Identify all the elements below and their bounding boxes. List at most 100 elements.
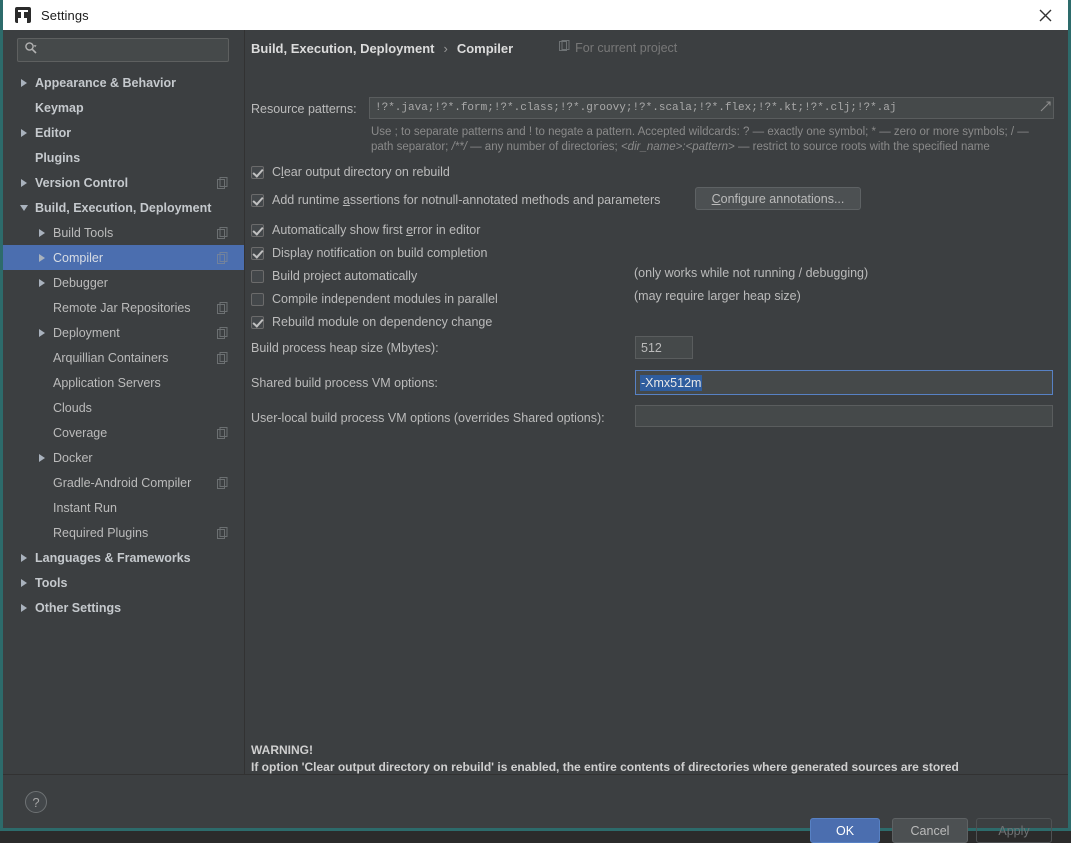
sidebar-item-label: Gradle-Android Compiler (53, 475, 192, 490)
chevron-right-icon[interactable] (17, 70, 31, 95)
sidebar-item-version-control[interactable]: Version Control (3, 170, 244, 195)
checkbox-input[interactable] (251, 315, 264, 329)
checkbox-label: Build project automatically (272, 269, 418, 283)
breadcrumb-parent[interactable]: Build, Execution, Deployment (251, 41, 434, 56)
sidebar-item-clouds[interactable]: Clouds (3, 395, 244, 420)
sidebar-item-appearance-behavior[interactable]: Appearance & Behavior (3, 70, 244, 95)
chevron-right-icon[interactable] (35, 245, 49, 270)
project-scope-icon (217, 301, 228, 314)
project-scope-icon (217, 526, 228, 539)
checkbox-row-automatically-show-first-error-in-editor[interactable]: Automatically show first error in editor (251, 220, 480, 240)
sidebar-item-build-execution-deployment[interactable]: Build, Execution, Deployment (3, 195, 244, 220)
chevron-right-icon[interactable] (35, 220, 49, 245)
sidebar-item-label: Required Plugins (53, 525, 149, 540)
close-icon[interactable] (1022, 0, 1068, 30)
sidebar-item-editor[interactable]: Editor (3, 120, 244, 145)
sidebar-item-gradle-android-compiler[interactable]: Gradle-Android Compiler (3, 470, 244, 495)
title-bar: Settings (3, 0, 1068, 30)
sidebar-item-label: Debugger (53, 275, 108, 290)
sidebar-item-label: Appearance & Behavior (35, 75, 177, 90)
sidebar-item-tools[interactable]: Tools (3, 570, 244, 595)
resource-patterns-value: !?*.java;!?*.form;!?*.class;!?*.groovy;!… (375, 102, 897, 114)
chevron-right-icon[interactable] (17, 545, 31, 570)
search-box[interactable] (17, 38, 229, 62)
expand-icon[interactable] (1039, 98, 1053, 118)
project-scope-icon (217, 326, 228, 339)
resource-patterns-hint: Use ; to separate patterns and ! to nega… (371, 125, 1071, 155)
warning-title: WARNING! (251, 743, 313, 757)
project-scope-icon (217, 476, 228, 489)
checkbox-label: Display notification on build completion (272, 246, 488, 260)
sidebar-item-languages-frameworks[interactable]: Languages & Frameworks (3, 545, 244, 570)
sidebar-item-label: Other Settings (35, 600, 122, 615)
project-scope-icon (559, 39, 570, 57)
checkbox-label: Automatically show first error in editor (272, 223, 481, 237)
checkbox-label: Rebuild module on dependency change (272, 315, 493, 329)
heap-size-value: 512 (641, 340, 662, 355)
checkbox-input[interactable] (251, 246, 264, 260)
checkbox-input[interactable] (251, 269, 264, 283)
sidebar-item-docker[interactable]: Docker (3, 445, 244, 470)
sidebar-item-remote-jar-repositories[interactable]: Remote Jar Repositories (3, 295, 244, 320)
intellij-idea-icon (15, 7, 31, 23)
checkbox-label: Compile independent modules in parallel (272, 292, 498, 306)
breadcrumb-current: Compiler (456, 40, 514, 56)
checkbox-label: Clear output directory on rebuild (272, 165, 450, 179)
settings-sidebar: Appearance & Behavior Keymap Editor Plugins… (3, 30, 245, 774)
sidebar-item-application-servers[interactable]: Application Servers (3, 370, 244, 395)
configure-annotations-button[interactable]: Configure annotations... (695, 187, 861, 210)
sidebar-item-required-plugins[interactable]: Required Plugins (3, 520, 244, 545)
window-title: Settings (41, 7, 89, 23)
help-button[interactable]: ? (25, 791, 47, 813)
chevron-right-icon[interactable] (17, 120, 31, 145)
checkbox-label: Add runtime assertions for notnull-annot… (272, 193, 661, 207)
option-note: (only works while not running / debuggin… (634, 266, 869, 280)
chevron-right-icon[interactable] (35, 445, 49, 470)
checkbox-input[interactable] (251, 292, 264, 306)
user-vm-options-input[interactable] (635, 405, 1053, 427)
shared-vm-options-label: Shared build process VM options: (251, 376, 438, 390)
shared-vm-options-input[interactable]: -Xmx512m (635, 370, 1053, 395)
breadcrumb-separator: › (443, 40, 448, 56)
search-input[interactable] (38, 43, 228, 57)
checkbox-row-add-runtime-assertions-for-notnull-annotated-methods-and-parameters[interactable]: Add runtime assertions for notnull-annot… (251, 190, 660, 210)
chevron-right-icon[interactable] (35, 270, 49, 295)
chevron-right-icon[interactable] (17, 570, 31, 595)
resource-patterns-field[interactable]: !?*.java;!?*.form;!?*.class;!?*.groovy;!… (369, 97, 1054, 119)
sidebar-item-debugger[interactable]: Debugger (3, 270, 244, 295)
project-scope-icon (217, 251, 228, 264)
sidebar-item-coverage[interactable]: Coverage (3, 420, 244, 445)
sidebar-item-label: Version Control (35, 175, 129, 190)
sidebar-item-arquillian-containers[interactable]: Arquillian Containers (3, 345, 244, 370)
checkbox-row-display-notification-on-build-completion[interactable]: Display notification on build completion (251, 243, 487, 263)
checkbox-row-clear-output-directory-on-rebuild[interactable]: Clear output directory on rebuild (251, 162, 450, 182)
sidebar-item-label: Deployment (53, 325, 120, 340)
sidebar-item-build-tools[interactable]: Build Tools (3, 220, 244, 245)
sidebar-item-compiler[interactable]: Compiler (3, 245, 244, 270)
chevron-right-icon[interactable] (35, 320, 49, 345)
sidebar-item-label: Keymap (35, 100, 84, 115)
heap-size-input[interactable]: 512 (635, 336, 693, 359)
sidebar-item-instant-run[interactable]: Instant Run (3, 495, 244, 520)
checkbox-input[interactable] (251, 223, 264, 237)
sidebar-item-deployment[interactable]: Deployment (3, 320, 244, 345)
checkbox-input[interactable] (251, 193, 264, 207)
sidebar-item-other-settings[interactable]: Other Settings (3, 595, 244, 620)
checkbox-row-rebuild-module-on-dependency-change[interactable]: Rebuild module on dependency change (251, 312, 492, 332)
settings-tree: Appearance & Behavior Keymap Editor Plugins… (3, 70, 244, 620)
sidebar-item-label: Remote Jar Repositories (53, 300, 191, 315)
sidebar-item-plugins[interactable]: Plugins (3, 145, 244, 170)
chevron-right-icon[interactable] (17, 170, 31, 195)
hint-line-2a: path separator; (371, 141, 452, 153)
checkbox-row-build-project-automatically[interactable]: Build project automatically (251, 266, 417, 286)
checkbox-row-compile-independent-modules-in-parallel[interactable]: Compile independent modules in parallel (251, 289, 498, 309)
dialog-footer: ? OK Cancel Apply (3, 774, 1068, 843)
hint-line-2b: /**/ (451, 141, 467, 153)
sidebar-item-keymap[interactable]: Keymap (3, 95, 244, 120)
chevron-right-icon[interactable] (17, 595, 31, 620)
project-scope-icon (217, 176, 228, 189)
chevron-down-icon[interactable] (17, 195, 31, 220)
checkbox-input[interactable] (251, 165, 264, 179)
user-vm-options-label: User-local build process VM options (ove… (251, 411, 605, 425)
option-note: (may require larger heap size) (634, 289, 801, 303)
